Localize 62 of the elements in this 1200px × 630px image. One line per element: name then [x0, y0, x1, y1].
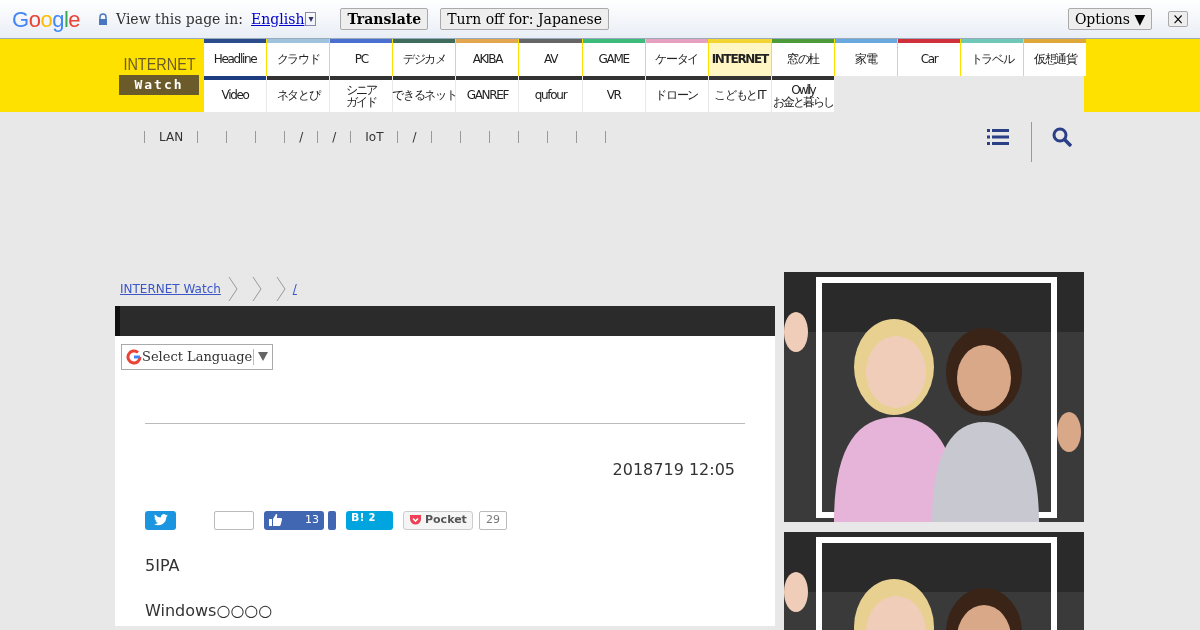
- pocket-icon: [409, 514, 422, 527]
- caret-icon: [258, 352, 268, 362]
- logo-text: Watch: [119, 75, 199, 95]
- count-bubble: [214, 510, 254, 530]
- chevron-icon: [274, 276, 287, 302]
- nav-tab[interactable]: こどもとIT: [708, 75, 771, 112]
- search-icon[interactable]: [1052, 127, 1072, 147]
- chevron-icon: [226, 276, 239, 302]
- article-paragraph: 5IPA: [145, 555, 181, 575]
- nav-tab[interactable]: AV: [519, 39, 582, 76]
- pocket-button[interactable]: Pocket: [403, 510, 473, 530]
- nav-tab[interactable]: 家電: [834, 39, 898, 76]
- nav-tab[interactable]: ネタとぴ: [267, 75, 330, 112]
- thumbs-up-icon: [269, 514, 282, 527]
- nav-tab[interactable]: INTERNET: [708, 39, 771, 76]
- article-date: 2018719 12:05: [611, 459, 736, 479]
- nav-tab[interactable]: GANREF: [456, 75, 519, 112]
- share-count: 29: [478, 510, 507, 530]
- nav-tab[interactable]: Owlly お金と暮らし: [771, 75, 834, 112]
- subnav-link[interactable]: /: [299, 128, 304, 146]
- nav-tab[interactable]: 仮想通貨: [1024, 39, 1087, 76]
- nav-tab[interactable]: ケータイ: [645, 39, 708, 76]
- like-button[interactable]: 13: [264, 510, 324, 530]
- nav-tab[interactable]: Car: [898, 39, 961, 76]
- translate-prompt: View this page in:: [116, 9, 244, 29]
- language-select[interactable]: Select Language: [121, 344, 273, 370]
- nav-tab[interactable]: Headline: [204, 39, 267, 76]
- nav-tab[interactable]: 窓の杜: [771, 39, 834, 76]
- language-link[interactable]: English: [251, 8, 305, 30]
- nav-tab[interactable]: シニア ガイド: [330, 75, 393, 112]
- breadcrumb-link[interactable]: /: [292, 280, 297, 298]
- close-button[interactable]: ×: [1168, 11, 1188, 27]
- subnav-link[interactable]: /: [412, 128, 417, 146]
- bird-icon: [153, 514, 168, 527]
- nav-tab[interactable]: トラベル: [961, 39, 1024, 76]
- chevron-icon: [250, 276, 263, 302]
- nav-tab[interactable]: VR: [582, 75, 645, 112]
- turn-off-button[interactable]: Turn off for: Japanese: [440, 8, 609, 30]
- nav-tab[interactable]: できるネット: [393, 75, 456, 112]
- nav-tab[interactable]: ドローン: [645, 75, 708, 112]
- lock-icon: [98, 13, 108, 25]
- menu-icon[interactable]: [987, 128, 1009, 146]
- subnav-link[interactable]: LAN: [159, 128, 184, 146]
- google-logo: Google: [12, 5, 80, 34]
- breadcrumb-link[interactable]: INTERNET Watch: [120, 280, 221, 298]
- nav-tab[interactable]: Video: [204, 75, 267, 112]
- options-button[interactable]: Options ▼: [1067, 8, 1153, 30]
- dropdown-button[interactable]: ▾: [305, 12, 317, 26]
- logo-text: INTERNET: [122, 56, 196, 74]
- subnav-link[interactable]: IoT: [365, 128, 384, 146]
- translate-button[interactable]: Translate: [340, 8, 429, 30]
- nav-tab[interactable]: デジカメ: [393, 39, 456, 76]
- share-button[interactable]: [328, 510, 336, 530]
- nav-tab[interactable]: GAME: [582, 39, 645, 76]
- nav-tab[interactable]: PC: [330, 39, 393, 76]
- nav-tab[interactable]: qufour: [519, 75, 582, 112]
- subnav-link[interactable]: /: [332, 128, 337, 146]
- article-paragraph: Windows○○○○: [145, 600, 274, 620]
- nav-tab[interactable]: AKIBA: [456, 39, 519, 76]
- nav-tab[interactable]: クラウド: [267, 39, 330, 76]
- google-icon: [126, 348, 142, 365]
- tweet-button[interactable]: [145, 510, 176, 530]
